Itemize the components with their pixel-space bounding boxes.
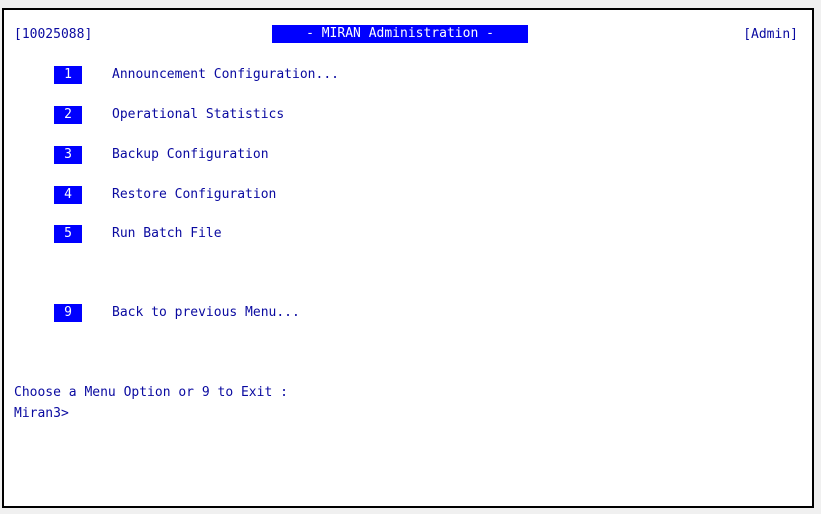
menu-item-number[interactable]: 9 [54,304,82,322]
window-frame: [10025088] - MIRAN Administration - [Adm… [0,0,821,514]
menu-item-label: Restore Configuration [112,187,277,202]
menu-item-label: Announcement Configuration... [112,67,339,82]
user-role-label: [Admin] [743,27,798,42]
screen-title: - MIRAN Administration - [272,25,528,43]
shell-prompt: Miran3> [14,406,69,421]
terminal-id: [10025088] [14,27,93,42]
terminal-screen[interactable]: [10025088] - MIRAN Administration - [Adm… [2,8,814,508]
menu-item-number[interactable]: 2 [54,106,82,124]
menu-item-label: Run Batch File [112,226,222,241]
command-input-area[interactable] [84,406,384,424]
menu-item-number[interactable]: 1 [54,66,82,84]
menu-item-number[interactable]: 4 [54,186,82,204]
menu-item-label: Operational Statistics [112,107,285,122]
menu-item-label: Back to previous Menu... [112,305,300,320]
menu-item-label: Backup Configuration [112,147,269,162]
menu-item-number[interactable]: 3 [54,146,82,164]
menu-item-number[interactable]: 5 [54,225,82,243]
menu-prompt: Choose a Menu Option or 9 to Exit : [14,385,288,400]
